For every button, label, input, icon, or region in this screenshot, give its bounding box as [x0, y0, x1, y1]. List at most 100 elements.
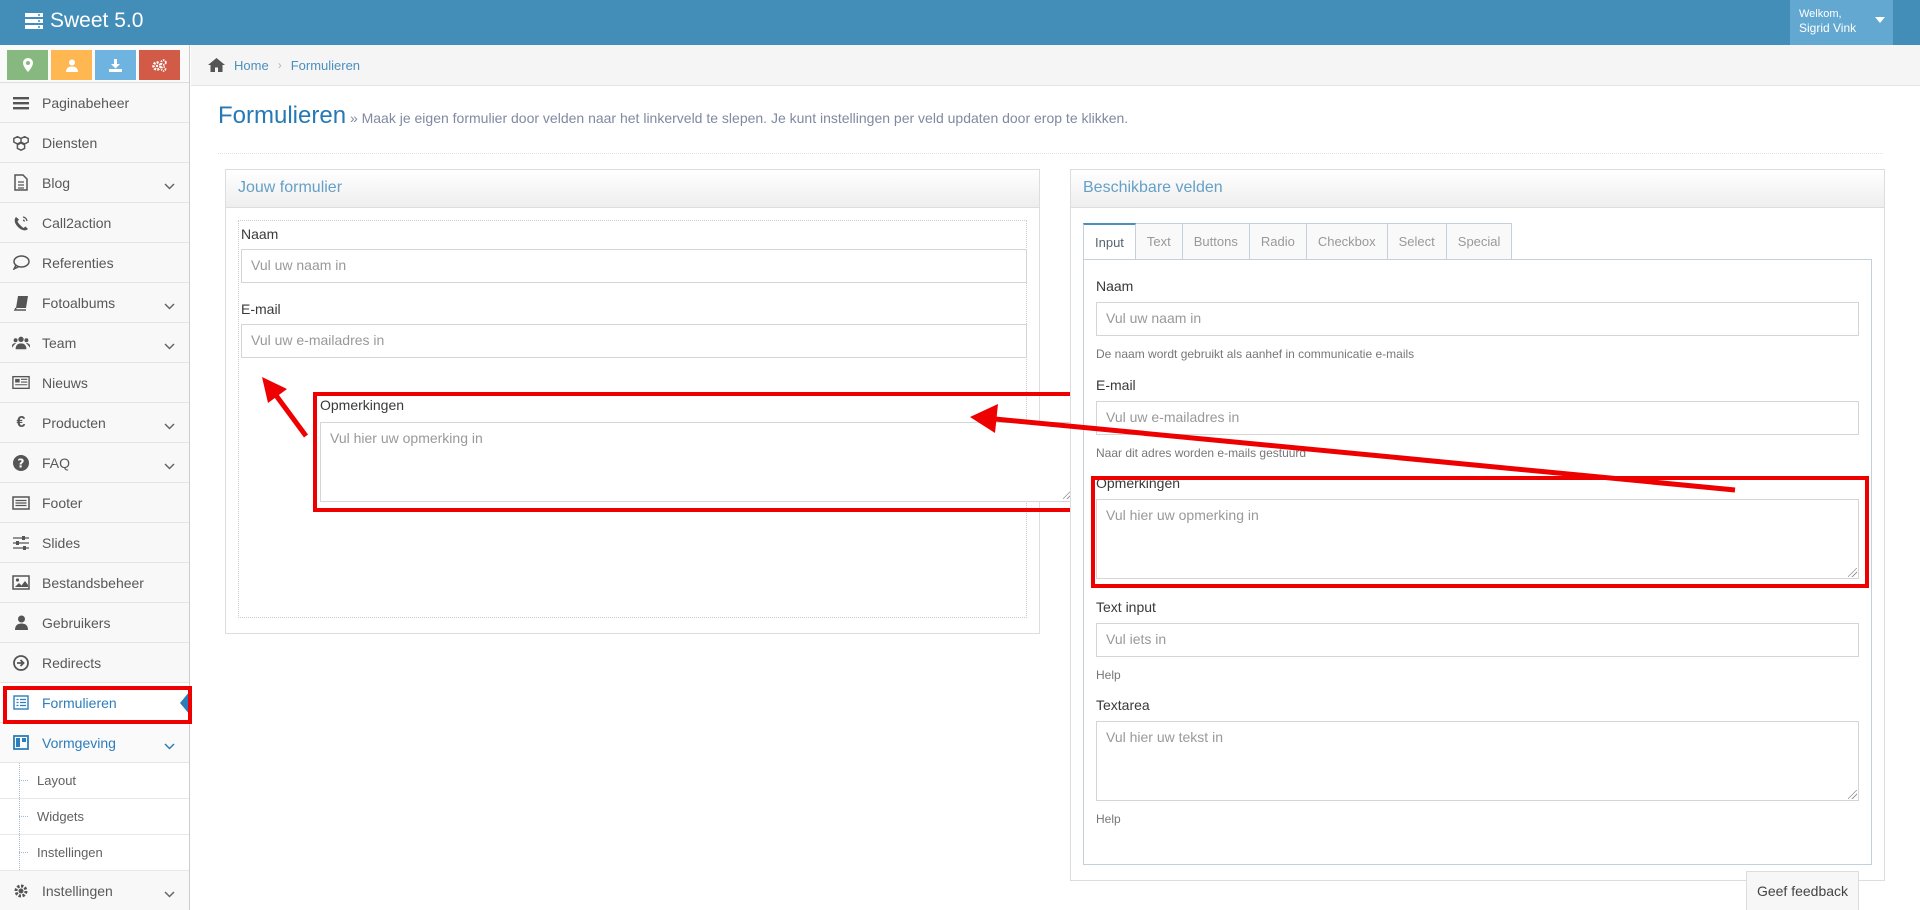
sidebar-item-team[interactable]: Team [0, 323, 189, 363]
chevron-down-icon [164, 337, 175, 353]
chevron-down-icon [164, 457, 175, 473]
dragged-opmerkingen-textarea[interactable]: Vul hier uw opmerking in [320, 422, 1075, 502]
sidebar-item-diensten[interactable]: Diensten [0, 123, 189, 163]
shortcut-button-settings[interactable] [139, 50, 180, 80]
sidebar-item-bestandsbeheer[interactable]: Bestandsbeheer [0, 563, 189, 603]
form-field-naam-input[interactable]: Vul uw naam in [241, 249, 1027, 283]
sidebar-menu: Paginabeheer Diensten Blog Call2action Refer… [0, 83, 190, 910]
tab-text[interactable]: Text [1135, 223, 1183, 260]
columns-icon [12, 734, 30, 752]
page-title: Formulieren [218, 102, 347, 129]
download-icon [109, 58, 122, 72]
field-naam-label: Naam [1096, 278, 1134, 294]
chevron-down-icon [164, 423, 175, 430]
tab-input[interactable]: Input [1083, 223, 1136, 260]
feedback-button[interactable]: Geef feedback [1746, 871, 1859, 910]
form-field-email-label: E-mail [241, 301, 281, 317]
tab-buttons[interactable]: Buttons [1182, 223, 1250, 260]
field-textarea[interactable]: Vul hier uw tekst in [1096, 721, 1859, 801]
resize-handle-icon[interactable] [1848, 790, 1857, 799]
svg-text:?: ? [18, 456, 25, 470]
sidebar-item-fotoalbums[interactable]: Fotoalbums [0, 283, 189, 323]
sidebar-item-label: Call2action [42, 214, 112, 231]
sidebar-shortcuts [0, 45, 189, 83]
sidebar-item-slides[interactable]: Slides [0, 523, 189, 563]
book-icon [12, 294, 30, 312]
server-icon [24, 12, 44, 30]
sidebar-item-label: Referenties [42, 254, 114, 271]
sidebar-item-call2action[interactable]: Call2action [0, 203, 189, 243]
breadcrumb-current[interactable]: Formulieren [291, 58, 360, 73]
cogs-icon [152, 58, 167, 72]
field-text-input-label: Text input [1096, 599, 1156, 615]
field-textarea-label: Textarea [1096, 697, 1150, 713]
sidebar-item-referenties[interactable]: Referenties [0, 243, 189, 283]
resize-handle-icon[interactable] [1848, 568, 1857, 577]
tab-radio[interactable]: Radio [1249, 223, 1307, 260]
brand[interactable]: Sweet 5.0 [24, 9, 143, 33]
page-description: » Maak je eigen formulier door velden na… [349, 110, 1129, 126]
sliders-icon [12, 534, 30, 552]
field-email-input[interactable]: Vul uw e-mailadres in [1096, 401, 1859, 435]
breadcrumb-home[interactable]: Home [234, 58, 269, 73]
available-fields-title: Beschikbare velden [1071, 170, 1884, 208]
tab-checkbox[interactable]: Checkbox [1306, 223, 1388, 260]
sidebar-item-label: Vormgeving [42, 734, 116, 751]
form-field-email-input[interactable]: Vul uw e-mailadres in [241, 324, 1027, 358]
home-icon [208, 58, 225, 72]
list-alt-icon [12, 494, 30, 512]
tab-select[interactable]: Select [1387, 223, 1447, 260]
page-header: Formulieren » Maak je eigen formulier do… [218, 102, 1883, 154]
field-text-input[interactable]: Vul iets in [1096, 623, 1859, 657]
sidebar-item-label: Redirects [42, 654, 102, 671]
shortcut-button-download[interactable] [95, 50, 136, 80]
field-naam-input[interactable]: Vul uw naam in [1096, 302, 1859, 336]
available-fields-panel: Beschikbare velden Input Text Buttons Radio… [1070, 169, 1885, 881]
sidebar-subitem-layout[interactable]: Layout [0, 763, 189, 799]
sidebar-item-label: Footer [42, 494, 83, 511]
sidebar-item-formulieren[interactable]: Formulieren [0, 683, 190, 723]
map-marker-icon [22, 58, 33, 72]
newspaper-icon [12, 374, 30, 392]
chevron-down-icon [164, 183, 175, 190]
sidebar-item-nieuws[interactable]: Nieuws [0, 363, 189, 403]
sidebar-item-label: Producten [42, 414, 106, 431]
sidebar-item-label: FAQ [42, 454, 71, 471]
tab-special[interactable]: Special [1446, 223, 1513, 260]
field-textarea-help: Help [1096, 812, 1121, 826]
sidebar-item-paginabeheer[interactable]: Paginabeheer [0, 83, 189, 123]
sidebar-item-gebruikers[interactable]: Gebruikers [0, 603, 189, 643]
breadcrumb: Home › Formulieren [191, 45, 1920, 86]
sidebar-item-blog[interactable]: Blog [0, 163, 189, 203]
dragged-opmerkingen-label: Opmerkingen [320, 397, 405, 413]
breadcrumb-separator: › [277, 58, 282, 72]
chevron-down-icon [164, 303, 175, 310]
bars-icon [12, 94, 30, 112]
field-email-label: E-mail [1096, 377, 1136, 393]
question-circle-icon: ? [12, 454, 30, 472]
sidebar: Paginabeheer Diensten Blog Call2action Refer… [0, 45, 190, 910]
sidebar-subitem-widgets[interactable]: Widgets [0, 799, 189, 835]
sidebar-item-vormgeving[interactable]: Vormgeving [0, 723, 189, 763]
sidebar-subitem-instellingen[interactable]: Instellingen [0, 835, 189, 871]
field-opmerkingen-textarea[interactable]: Vul hier uw opmerking in [1096, 499, 1859, 579]
sidebar-item-producten[interactable]: € Producten [0, 403, 189, 443]
sidebar-item-footer[interactable]: Footer [0, 483, 189, 523]
file-text-icon [12, 174, 30, 192]
field-opmerkingen-label: Opmerkingen [1096, 475, 1181, 491]
chevron-down-icon [164, 297, 175, 313]
user-icon [65, 59, 78, 72]
user-menu[interactable]: Welkom, Sigrid Vink [1790, 0, 1893, 45]
app-title: Sweet 5.0 [50, 9, 144, 32]
sidebar-item-instellingen[interactable]: Instellingen [0, 871, 189, 910]
sidebar-item-label: Diensten [42, 134, 98, 151]
sidebar-item-faq[interactable]: ? FAQ [0, 443, 189, 483]
caret-down-icon [1875, 17, 1885, 23]
shortcut-button-location[interactable] [7, 50, 48, 80]
field-naam-help: De naam wordt gebruikt als aanhef in com… [1096, 347, 1415, 361]
sidebar-item-redirects[interactable]: Redirects [0, 643, 189, 683]
user-name: Sigrid Vink [1799, 21, 1857, 35]
arrow-circle-right-icon [12, 654, 30, 672]
shortcut-button-user[interactable] [51, 50, 92, 80]
chevron-down-icon [164, 177, 175, 193]
